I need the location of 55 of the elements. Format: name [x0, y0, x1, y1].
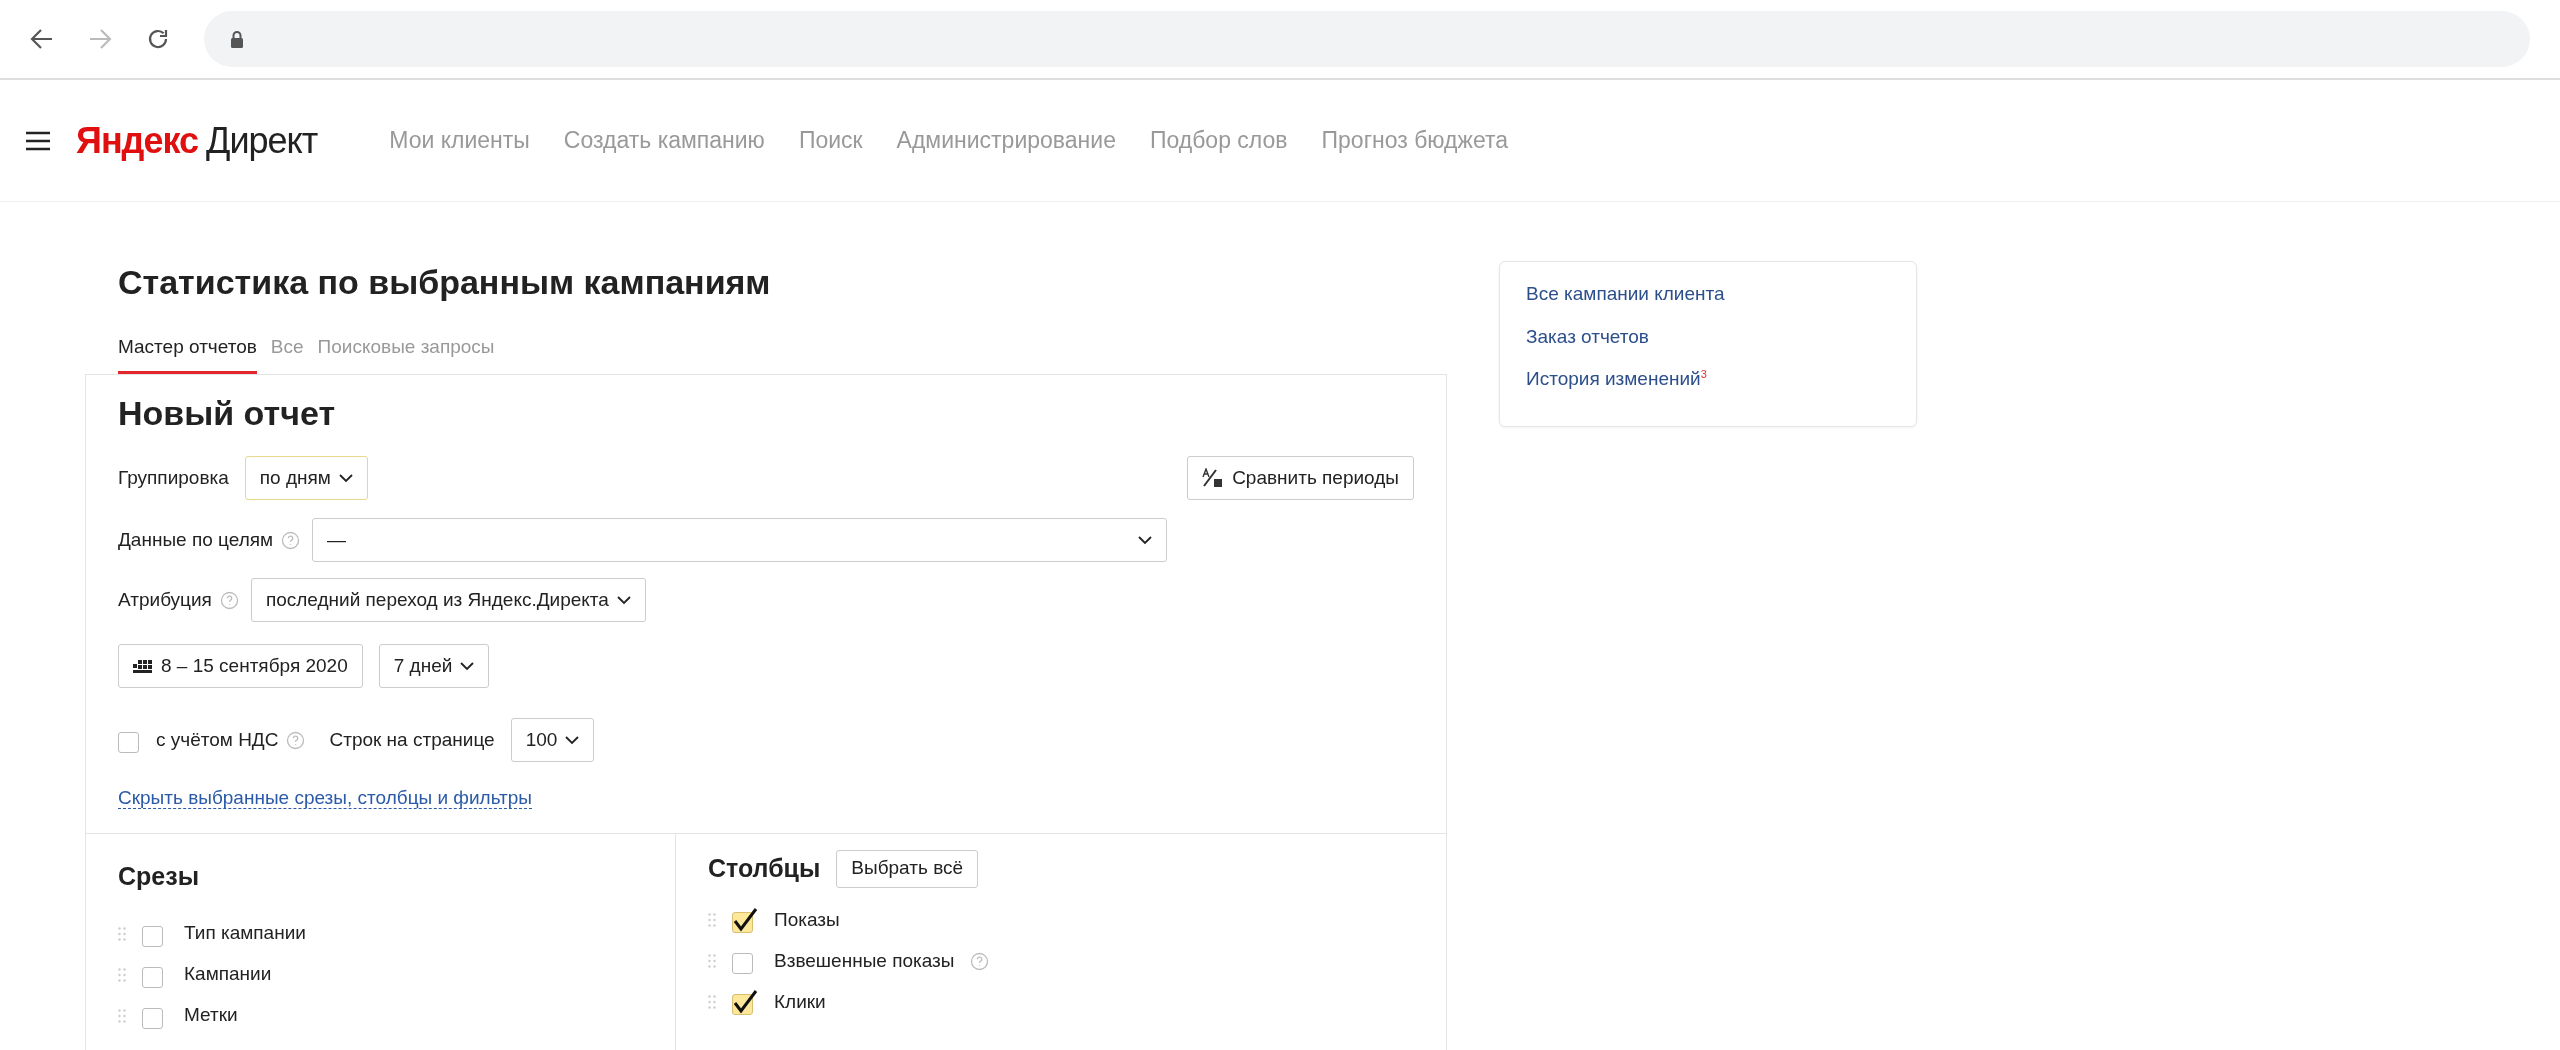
- caret-icon: [1138, 535, 1153, 545]
- checkbox-label: с учётом НДС: [156, 727, 279, 752]
- hide-filters-link[interactable]: Скрыть выбранные срезы, столбцы и фильтры: [118, 787, 533, 810]
- calendar-icon: [133, 658, 153, 675]
- reload-icon[interactable]: [146, 27, 170, 51]
- logo-brand: Яндекс: [76, 118, 199, 163]
- side-link[interactable]: История изменений$^{3}$: [1526, 365, 1890, 394]
- checkbox-label: Метки: [184, 1003, 238, 1028]
- checkbox[interactable]: [732, 989, 758, 1016]
- date-range-button[interactable]: 8 – 15 сентября 2020: [118, 644, 363, 689]
- checkbox-label: Клики: [774, 989, 826, 1014]
- checkbox-label: Показы: [774, 907, 840, 932]
- report-title: Новый отчет: [118, 393, 337, 435]
- rows-per-page-dropdown[interactable]: 100: [510, 718, 595, 763]
- address-bar[interactable]: [204, 11, 2530, 67]
- goals-dropdown[interactable]: —: [312, 518, 1168, 563]
- logo-product: Директ: [206, 118, 318, 163]
- drag-handle-icon[interactable]: [708, 913, 716, 928]
- attribution-dropdown[interactable]: последний переход из Яндекс.Директа: [250, 578, 646, 623]
- side-link[interactable]: Все кампании клиента: [1526, 280, 1890, 309]
- forward-icon[interactable]: [88, 28, 112, 50]
- field-label: Строк на странице: [329, 727, 495, 752]
- help-icon[interactable]: [970, 951, 990, 971]
- compare-periods-button[interactable]: Сравнить периоды: [1187, 456, 1414, 501]
- compare-icon: [1202, 468, 1225, 489]
- field-label: Данные по целям: [118, 527, 274, 552]
- drag-handle-icon[interactable]: [118, 967, 126, 982]
- checkbox-label: Взвешенные показы: [774, 948, 955, 973]
- back-icon[interactable]: [30, 28, 54, 50]
- drag-handle-icon[interactable]: [118, 926, 126, 941]
- tab[interactable]: Мастер отчетов: [118, 332, 257, 375]
- help-icon[interactable]: [219, 590, 239, 610]
- caret-icon: [338, 473, 353, 483]
- help-icon[interactable]: [281, 530, 301, 550]
- side-link[interactable]: Заказ отчетов: [1526, 322, 1890, 351]
- lock-icon: [230, 30, 244, 48]
- select-all-button[interactable]: Выбрать всё: [836, 849, 979, 888]
- page-title: Статистика по выбранным кампаниям: [118, 262, 772, 303]
- section-title: Срезы: [118, 860, 200, 892]
- drag-handle-icon[interactable]: [118, 1008, 126, 1023]
- drag-handle-icon[interactable]: [708, 954, 716, 969]
- period-dropdown[interactable]: 7 дней: [378, 644, 490, 689]
- section-title: Столбцы: [708, 852, 821, 884]
- checkbox-label: Кампании: [184, 962, 272, 987]
- checkbox-label: Тип кампании: [184, 921, 306, 946]
- caret-icon: [460, 661, 475, 671]
- drag-handle-icon[interactable]: [708, 995, 716, 1010]
- grouping-dropdown[interactable]: по дням: [244, 456, 368, 501]
- caret-icon: [616, 595, 631, 605]
- caret-icon: [565, 735, 580, 745]
- field-label: Атрибуция: [118, 587, 212, 612]
- field-label: Группировка: [118, 465, 229, 490]
- help-icon[interactable]: [286, 730, 306, 750]
- menu-icon[interactable]: [26, 130, 50, 151]
- checkbox[interactable]: [732, 907, 758, 934]
